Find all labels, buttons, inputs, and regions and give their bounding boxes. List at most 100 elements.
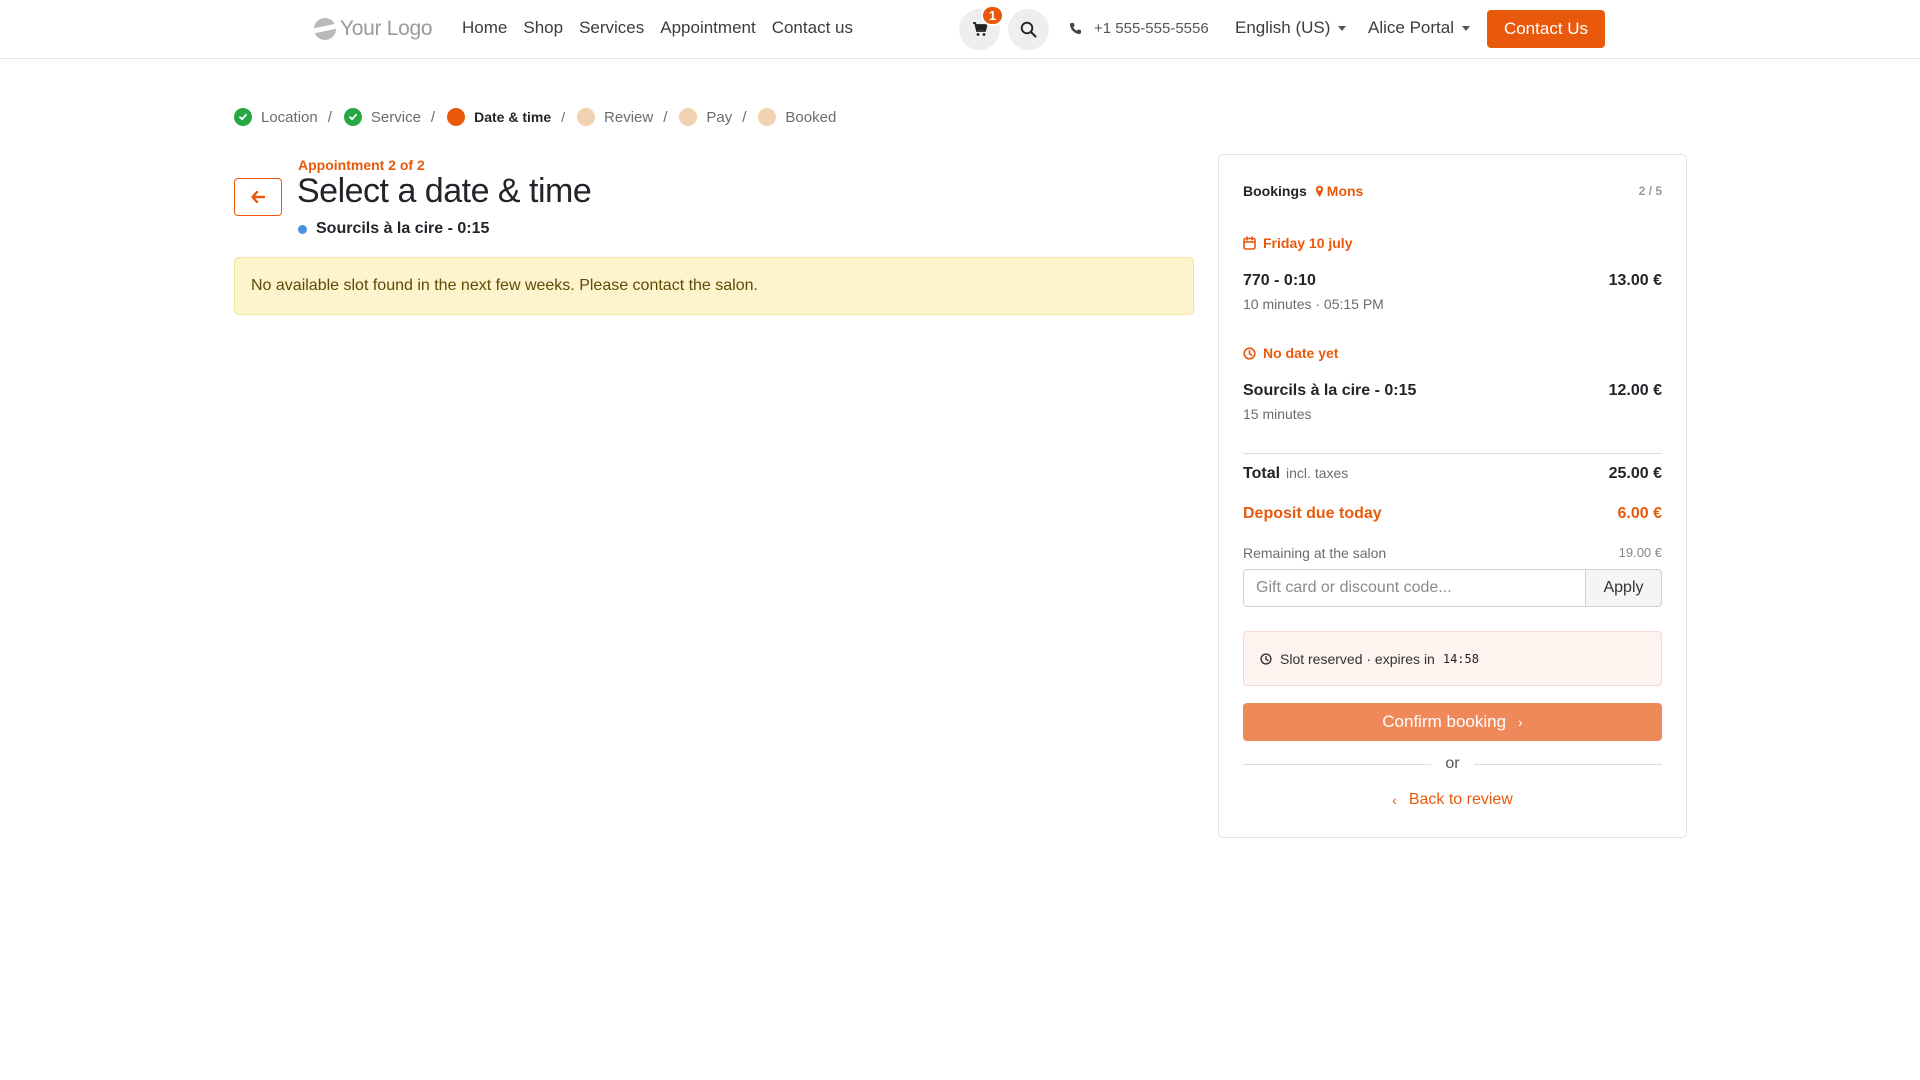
reserve-timer: 14:58	[1442, 651, 1479, 666]
booking-item-meta: 10 minutes · 05:15 PM	[1243, 296, 1384, 312]
step-location[interactable]: Location /	[234, 108, 344, 126]
back-to-review-link[interactable]: ‹ Back to review	[1243, 791, 1662, 809]
step-separator: /	[742, 108, 747, 126]
booking-item-price: 13.00 €	[1608, 272, 1662, 289]
step-separator: /	[663, 108, 668, 126]
chevron-down-icon	[1338, 25, 1347, 31]
contact-us-button[interactable]: Contact Us	[1487, 10, 1605, 48]
arrow-left-icon	[251, 191, 265, 203]
booking-date-heading: No date yet	[1243, 345, 1338, 361]
confirm-label: Confirm booking	[1382, 712, 1507, 731]
nav-appointment[interactable]: Appointment	[660, 18, 755, 38]
or-divider: or	[1243, 755, 1663, 773]
step-label: Pay	[706, 108, 733, 126]
bookings-summary-card: Bookings Mons 2 / 5 Friday 10 july 770 -…	[1218, 154, 1687, 838]
clock-icon	[1260, 652, 1272, 665]
promo-code-group: Apply	[1243, 569, 1662, 607]
pending-step-dot-icon	[758, 108, 777, 126]
step-label: Service	[370, 108, 421, 126]
user-menu[interactable]: Alice Portal	[1368, 18, 1470, 38]
step-review: Review /	[577, 108, 679, 126]
nav-shop[interactable]: Shop	[523, 18, 563, 38]
booking-date-heading: Friday 10 july	[1243, 235, 1352, 251]
step-separator: /	[430, 108, 436, 126]
deposit-label: Deposit due today	[1243, 505, 1382, 522]
bookings-count: 2 / 5	[1638, 184, 1662, 198]
total-label: Total incl. taxes	[1243, 465, 1348, 483]
deposit-amount: 6.00 €	[1617, 505, 1662, 522]
total-row: Total incl. taxes 25.00 €	[1243, 465, 1662, 483]
check-circle-icon	[343, 108, 362, 126]
current-step-dot-icon	[447, 108, 466, 126]
slot-reserved-notice: Slot reserved · expires in 14:58	[1243, 631, 1662, 686]
bookings-header: Bookings Mons	[1243, 183, 1363, 199]
reserve-text: Slot reserved · expires in	[1280, 650, 1435, 667]
or-line-left	[1243, 763, 1432, 765]
booking-item-meta: 15 minutes	[1243, 406, 1312, 422]
search-icon	[1020, 21, 1037, 38]
top-navbar: Your Logo Home Shop Services Appointment…	[0, 0, 1920, 59]
step-label: Review	[604, 108, 654, 126]
phone-number: +1 555-555-5556	[1094, 20, 1209, 37]
chevron-down-icon	[1461, 25, 1470, 31]
nav-services[interactable]: Services	[579, 18, 644, 38]
step-label: Location	[261, 108, 318, 126]
or-line-right	[1473, 763, 1663, 765]
phone-icon	[1070, 23, 1081, 34]
back-button[interactable]	[234, 178, 282, 216]
total-label-text: Total	[1243, 465, 1281, 482]
map-pin-icon	[1315, 185, 1323, 197]
brand-logo[interactable]: Your Logo	[314, 14, 433, 44]
service-name: Sourcils à la cire - 0:15	[316, 220, 490, 237]
step-label: Booked	[785, 108, 837, 126]
step-separator: /	[561, 109, 566, 125]
logo-text: Your Logo	[340, 17, 433, 40]
summary-divider	[1243, 453, 1662, 454]
step-label: Date & time	[474, 109, 552, 125]
nav-contact[interactable]: Contact us	[772, 18, 853, 38]
service-color-dot	[298, 224, 307, 234]
total-amount: 25.00 €	[1608, 465, 1662, 482]
selected-service: Sourcils à la cire - 0:15	[298, 220, 489, 238]
back-label: Back to review	[1408, 791, 1513, 808]
step-separator: /	[327, 108, 332, 126]
calendar-icon	[1243, 236, 1256, 250]
booking-item-name: 770 - 0:10	[1243, 272, 1316, 289]
tax-note: incl. taxes	[1286, 465, 1349, 481]
remaining-row: Remaining at the salon 19.00 €	[1243, 545, 1662, 561]
booking-date-text: Friday 10 july	[1263, 235, 1353, 251]
step-date-time: Date & time /	[447, 108, 577, 126]
phone-link[interactable]: +1 555-555-5556	[1069, 20, 1209, 37]
chevron-right-icon: ›	[1518, 714, 1523, 730]
booking-steps: Location / Service / Date & time / Revie…	[234, 108, 836, 126]
search-button[interactable]	[1008, 9, 1049, 50]
apply-promo-button[interactable]: Apply	[1585, 569, 1662, 607]
pending-step-dot-icon	[577, 108, 596, 126]
step-service[interactable]: Service /	[343, 108, 447, 126]
chevron-left-icon: ‹	[1392, 792, 1397, 808]
booking-date-text: No date yet	[1263, 345, 1339, 361]
main-nav: Home Shop Services Appointment Contact u…	[462, 18, 869, 38]
check-circle-icon	[234, 108, 252, 126]
cart-count-badge: 1	[981, 5, 1004, 26]
appointment-counter: Appointment 2 of 2	[298, 157, 425, 173]
promo-code-input[interactable]	[1243, 569, 1585, 607]
step-pay: Pay /	[679, 108, 758, 126]
logo-icon	[314, 18, 336, 40]
step-booked: Booked	[758, 108, 836, 126]
page-title: Select a date & time	[297, 172, 592, 210]
user-name: Alice Portal	[1368, 18, 1454, 37]
bookings-title: Bookings	[1243, 183, 1307, 199]
remaining-label: Remaining at the salon	[1243, 545, 1387, 561]
clock-icon	[1243, 346, 1256, 360]
location-name: Mons	[1326, 183, 1364, 199]
deposit-row: Deposit due today 6.00 €	[1243, 505, 1662, 523]
bookings-location: Mons	[1315, 183, 1364, 199]
no-slot-alert: No available slot found in the next few …	[234, 257, 1194, 315]
nav-home[interactable]: Home	[462, 18, 507, 38]
language-selector[interactable]: English (US)	[1235, 18, 1347, 38]
booking-item-price: 12.00 €	[1608, 382, 1662, 399]
remaining-amount: 19.00 €	[1618, 545, 1662, 560]
confirm-booking-button[interactable]: Confirm booking ›	[1243, 703, 1662, 741]
or-text: or	[1445, 755, 1460, 772]
